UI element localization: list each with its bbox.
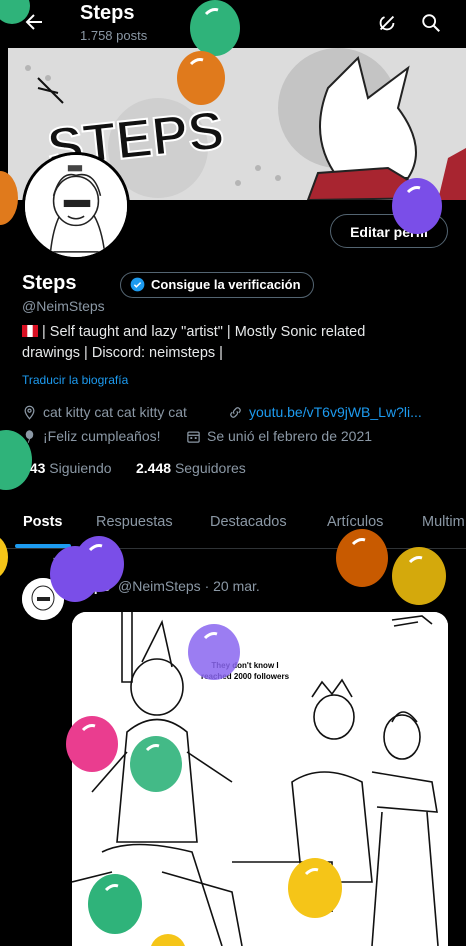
tab-highlights[interactable]: Destacados [210,514,287,530]
post-count: 1.758 posts [80,28,148,43]
sync-icon[interactable] [376,12,398,34]
profile-handle: @NeimSteps [22,298,105,314]
post-author-avatar[interactable] [22,578,64,620]
tab-replies[interactable]: Respuestas [96,514,173,530]
pin-icon [52,557,59,568]
avatar-artwork [25,155,127,257]
back-arrow-icon[interactable] [22,10,46,34]
location-pin-icon [24,405,35,420]
calendar-icon [187,431,200,443]
link-icon [230,407,241,418]
birthday-text: ¡Feliz cumpleaños! [43,428,161,444]
pinned-label: Fijado [50,556,100,570]
get-verified-label: Consigue la verificación [151,277,301,292]
pinned-text: Fijado [65,556,101,570]
active-tab-indicator [15,544,71,548]
post-image-caption: They don't know I reached 2000 followers [200,661,290,681]
joined-date: Se unió el febrero de 2021 [186,428,372,444]
following-label: Siguiendo [49,460,112,476]
location: cat kitty cat cat kitty cat [22,404,187,420]
bio-text: | Self taught and lazy "artist" | Mostly… [22,324,366,361]
tab-posts[interactable]: Posts [23,514,63,530]
get-verified-button[interactable]: Consigue la verificación [120,272,314,298]
website-link[interactable]: youtu.be/vT6v9jWB_Lw?li... [228,404,422,420]
search-icon[interactable] [420,12,442,34]
birthday: ¡Feliz cumpleaños! [22,428,161,444]
peru-flag-icon [22,325,38,337]
tab-media[interactable]: Multim [422,514,465,530]
post-handle-time[interactable]: @NeimSteps · 20 mar. [118,578,260,594]
tab-articles[interactable]: Artículos [327,514,383,530]
post-author-name[interactable]: Steps [72,578,110,594]
following-link[interactable]: 243 Siguiendo [22,460,112,476]
balloon-icon [25,430,34,443]
profile-avatar[interactable] [22,152,130,260]
following-count: 243 [22,460,46,476]
profile-bio: | Self taught and lazy "artist" | Mostly… [22,322,422,364]
edit-profile-button[interactable]: Editar perfil [330,214,448,248]
profile-name: Steps [22,272,77,294]
followers-count: 2.448 [136,460,172,476]
more-options-icon[interactable]: ··· [428,574,447,592]
followers-link[interactable]: 2.448 Seguidores [136,460,246,476]
website-url[interactable]: youtu.be/vT6v9jWB_Lw?li... [249,404,422,420]
translate-bio-link[interactable]: Traducir la biografía [22,373,128,387]
post-avatar-artwork [22,578,64,620]
followers-label: Seguidores [174,460,246,476]
profile-tabs: Posts Respuestas Destacados Artículos Mu… [0,500,466,549]
location-text: cat kitty cat cat kitty cat [43,404,187,420]
verified-badge-icon [130,277,145,292]
joined-text: Se unió el febrero de 2021 [207,428,373,444]
page-title: Steps [80,2,135,24]
